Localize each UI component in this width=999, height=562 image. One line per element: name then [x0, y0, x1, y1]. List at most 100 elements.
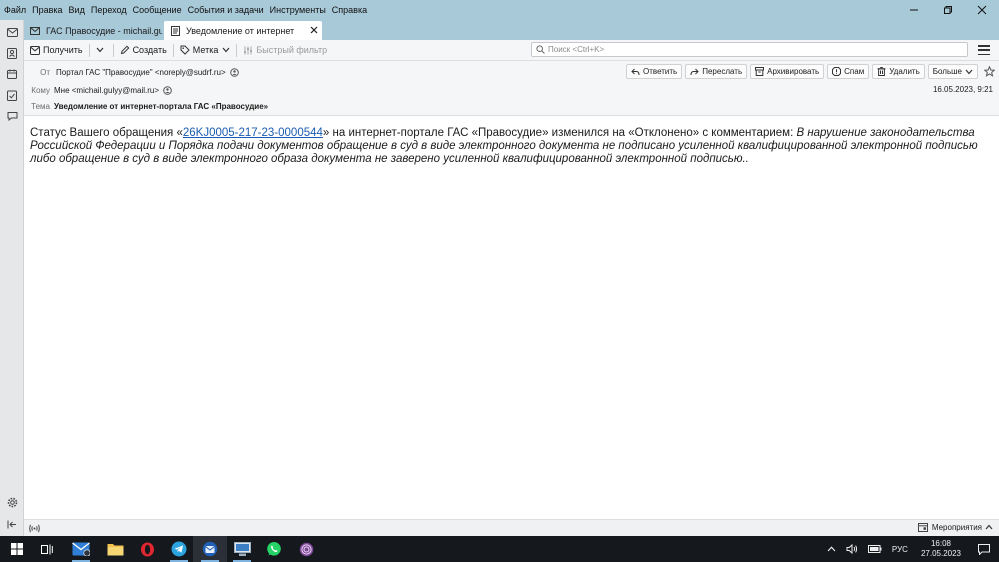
spam-label: Спам [844, 67, 865, 76]
menu-message[interactable]: Сообщение [130, 0, 185, 20]
taskbar-opera[interactable] [130, 536, 164, 562]
menu-help[interactable]: Справка [329, 0, 370, 20]
menu-tools[interactable]: Инструменты [267, 0, 329, 20]
task-view-icon [41, 544, 53, 554]
collapse-spaces-button[interactable] [4, 516, 20, 532]
tab-label: ГАС Правосудие - michail.guly [46, 25, 162, 36]
write-button[interactable]: Создать [116, 42, 171, 59]
space-tasks-button[interactable] [4, 87, 20, 103]
star-button[interactable] [983, 66, 995, 78]
online-status-button[interactable] [28, 522, 40, 534]
mail-icon [6, 27, 18, 37]
taskbar-network-app[interactable] [225, 536, 259, 562]
clock[interactable]: 16:08 27.05.2023 [913, 536, 969, 562]
task-view-button[interactable] [30, 536, 64, 562]
chevron-down-icon [222, 47, 230, 53]
taskbar: РУС 16:08 27.05.2023 [0, 536, 999, 562]
contact-icon[interactable] [229, 67, 239, 77]
delete-button[interactable]: Удалить [872, 64, 925, 79]
forward-button[interactable]: Переслать [685, 64, 748, 79]
menu-edit[interactable]: Правка [29, 0, 65, 20]
collapse-icon [7, 520, 16, 528]
reply-button[interactable]: Ответить [626, 64, 683, 79]
more-label: Больше [932, 67, 962, 76]
thunderbird-icon [202, 541, 218, 557]
show-hidden-icons-button[interactable] [822, 536, 841, 562]
get-messages-button[interactable]: Получить [24, 42, 87, 59]
tag-icon [180, 45, 190, 55]
tab-message[interactable]: Уведомление от интернет [164, 21, 322, 40]
menu-go[interactable]: Переход [88, 0, 130, 20]
write-label: Создать [132, 45, 167, 55]
filter-icon [244, 46, 253, 54]
menu-events-tasks[interactable]: События и задачи [185, 0, 267, 20]
today-pane-button[interactable]: Мероприятия [917, 522, 993, 532]
space-calendar-button[interactable] [4, 66, 20, 82]
tab-close-button[interactable] [306, 25, 322, 37]
trash-icon [877, 67, 886, 76]
archive-button[interactable]: Архивировать [750, 64, 825, 79]
tab-mail-folder[interactable]: ГАС Правосудие - michail.guly [24, 21, 162, 40]
taskbar-tor-browser[interactable] [289, 536, 323, 562]
space-chat-button[interactable] [4, 108, 20, 124]
language-indicator[interactable]: РУС [887, 536, 913, 562]
menu-view[interactable]: Вид [66, 0, 88, 20]
from-address[interactable]: Портал ГАС "Правосудие" <noreply@sudrf.r… [56, 68, 226, 77]
contact-icon[interactable] [163, 85, 172, 95]
archive-label: Архивировать [767, 67, 820, 76]
hamburger-icon-bar [978, 53, 990, 55]
minimize-button[interactable] [897, 0, 931, 20]
taskbar-mail-app[interactable] [64, 536, 98, 562]
tag-button[interactable]: Метка [176, 42, 235, 59]
more-button[interactable]: Больше [927, 64, 978, 79]
status-bar: Мероприятия [24, 519, 999, 536]
space-address-book-button[interactable] [4, 45, 20, 61]
windows-icon [11, 543, 23, 555]
volume-button[interactable] [841, 536, 863, 562]
quick-filter-button[interactable]: Быстрый фильтр [239, 42, 331, 59]
notification-center-button[interactable] [969, 536, 999, 562]
battery-button[interactable] [863, 536, 887, 562]
message-icon [170, 25, 180, 36]
message-date: 16.05.2023, 9:21 [932, 85, 993, 94]
subject-value: Уведомление от интернет-портала ГАС «Пра… [54, 101, 269, 111]
close-icon [310, 26, 318, 33]
taskbar-file-explorer[interactable] [98, 536, 132, 562]
to-label: Кому [31, 85, 50, 95]
events-label: Мероприятия [931, 522, 982, 532]
message-actions: Ответить Переслать Архивировать Спам Уда… [623, 64, 995, 79]
spaces-toolbar [0, 20, 24, 536]
search-input[interactable] [548, 45, 948, 54]
forward-label: Переслать [702, 67, 743, 76]
notification-icon [978, 543, 990, 555]
restore-button[interactable] [931, 0, 965, 20]
folder-icon [107, 544, 123, 556]
get-messages-dropdown[interactable] [92, 42, 111, 59]
search-box [531, 42, 968, 57]
taskbar-thunderbird[interactable] [193, 536, 227, 562]
hamburger-icon-bar [978, 49, 990, 51]
star-icon [983, 66, 995, 77]
settings-button[interactable] [4, 494, 20, 510]
to-address[interactable]: Мне <michail.gulyy@mail.ru> [54, 86, 159, 95]
subject-row: Тема Уведомление от интернет-портала ГАС… [24, 99, 268, 113]
mail-icon [30, 26, 40, 36]
taskbar-whatsapp[interactable] [257, 536, 291, 562]
space-mail-button[interactable] [4, 24, 20, 40]
delete-label: Удалить [889, 67, 920, 76]
tasks-icon [7, 90, 17, 101]
menu-bar: Файл Правка Вид Переход Сообщение Событи… [0, 0, 999, 20]
gear-icon [7, 497, 17, 507]
request-link[interactable]: 26KJ0005-217-23-0000544 [183, 127, 323, 139]
chevron-down-icon [965, 69, 973, 74]
spam-button[interactable]: Спам [827, 64, 870, 79]
close-icon [977, 5, 987, 15]
reply-icon [631, 68, 640, 75]
start-button[interactable] [0, 536, 34, 562]
tag-label: Метка [192, 45, 219, 55]
inbox-icon [30, 45, 40, 55]
menu-file[interactable]: Файл [0, 0, 29, 20]
app-menu-button[interactable] [977, 43, 991, 57]
taskbar-telegram[interactable] [162, 536, 196, 562]
close-window-button[interactable] [965, 0, 999, 20]
